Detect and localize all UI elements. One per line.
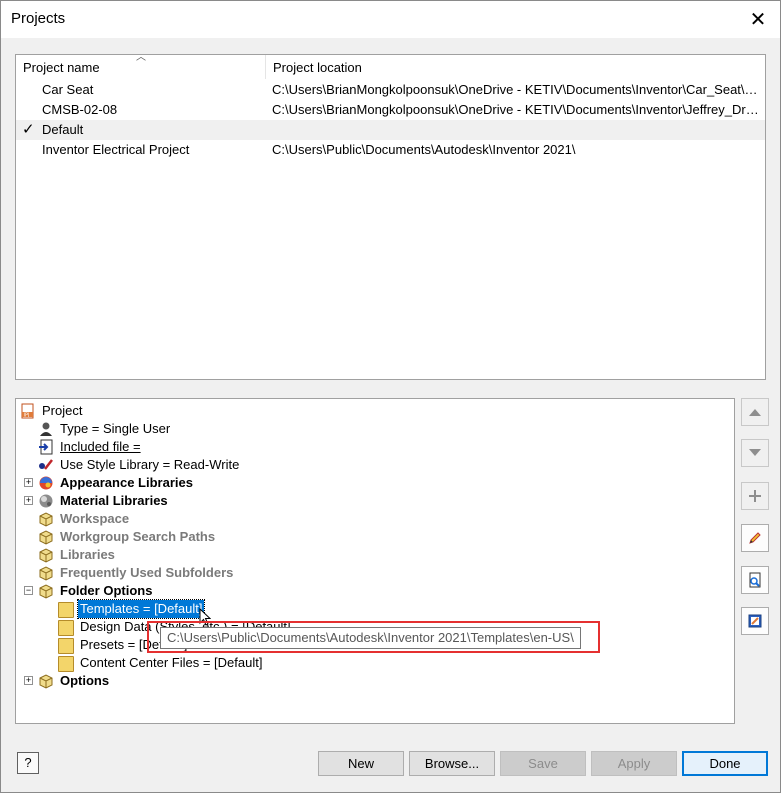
tree-node-workgroup-search-paths[interactable]: Workgroup Search Paths xyxy=(38,528,217,546)
project-name: Car Seat xyxy=(42,82,94,97)
find-files-button[interactable] xyxy=(741,566,769,594)
project-file-icon: IPJ xyxy=(21,403,34,419)
highlight-box xyxy=(147,621,600,653)
svg-text:IPJ: IPJ xyxy=(24,413,30,419)
arrow-down-icon xyxy=(749,449,761,456)
tree-label: Included file = xyxy=(60,439,141,454)
tree-label: Frequently Used Subfolders xyxy=(60,565,234,580)
help-button[interactable]: ? xyxy=(17,752,39,774)
tree-label: Material Libraries xyxy=(60,493,168,508)
tree-node-included-file[interactable]: Included file = xyxy=(38,438,143,456)
folder-icon xyxy=(58,656,74,672)
column-header-project-location[interactable]: Project location xyxy=(266,55,765,79)
tree-label: Project xyxy=(42,403,83,418)
tree-label: Use Style Library = Read-Write xyxy=(60,457,240,472)
folder-icon xyxy=(58,620,74,636)
move-down-button[interactable] xyxy=(741,439,769,467)
folder-options-icon xyxy=(39,548,53,563)
add-path-button[interactable] xyxy=(741,482,769,510)
project-location: C:\Users\BrianMongkolpoonsuk\OneDrive - … xyxy=(272,102,762,117)
column-header-project-name[interactable]: Project name ︿ xyxy=(16,55,266,79)
expand-appearance-libraries[interactable]: + xyxy=(24,478,33,487)
style-library-icon xyxy=(39,459,53,470)
expand-material-libraries[interactable]: + xyxy=(24,496,33,505)
list-item[interactable]: Inventor Electrical Project C:\Users\Pub… xyxy=(16,140,765,160)
project-name: Inventor Electrical Project xyxy=(42,142,190,157)
edit-file-icon xyxy=(748,614,762,628)
project-name: Default xyxy=(42,122,84,137)
tree-label: Folder Options xyxy=(60,583,153,598)
tree-node-type[interactable]: Type = Single User xyxy=(38,420,172,438)
tree-label: Libraries xyxy=(60,547,115,562)
tree-node-project[interactable]: IPJ Project xyxy=(20,402,84,420)
list-item[interactable]: Car Seat C:\Users\BrianMongkolpoonsuk\On… xyxy=(16,80,765,100)
column-label: Project location xyxy=(273,60,362,75)
save-button[interactable]: Save xyxy=(500,751,586,776)
folder-icon xyxy=(58,602,74,618)
tree-node-frequently-used-subfolders[interactable]: Frequently Used Subfolders xyxy=(38,564,235,582)
done-button[interactable]: Done xyxy=(682,751,768,776)
tree-node-folder-options[interactable]: Folder Options xyxy=(38,582,154,600)
tree-label: Templates = [Default] xyxy=(76,599,206,619)
folder-icon xyxy=(58,638,74,654)
tree-node-content-center-files[interactable]: Content Center Files = [Default] xyxy=(58,654,264,672)
tree-label: Workspace xyxy=(60,511,130,526)
project-location: C:\Users\Public\Documents\Autodesk\Inven… xyxy=(272,142,576,157)
apply-button[interactable]: Apply xyxy=(591,751,677,776)
find-file-icon xyxy=(749,572,761,588)
tree-label: Type = Single User xyxy=(60,421,171,436)
pencil-icon xyxy=(749,532,761,544)
plus-icon xyxy=(749,490,761,502)
user-icon xyxy=(40,422,52,436)
project-settings-tree[interactable]: IPJ Project Type = Single User Included … xyxy=(15,398,735,724)
edit-button[interactable] xyxy=(741,524,769,552)
title-bar: Projects ✕ xyxy=(0,0,781,38)
project-location: C:\Users\BrianMongkolpoonsuk\OneDrive - … xyxy=(272,82,762,97)
edit-project-file-button[interactable] xyxy=(741,607,769,635)
projects-list[interactable]: Project name ︿ Project location Car Seat… xyxy=(15,54,766,380)
list-item[interactable]: ✓ Default xyxy=(16,120,765,140)
folder-options-icon xyxy=(39,584,53,599)
arrow-up-icon xyxy=(749,409,761,416)
tree-node-libraries[interactable]: Libraries xyxy=(38,546,117,564)
folder-options-icon xyxy=(39,512,53,527)
list-header: Project name ︿ Project location xyxy=(16,55,765,79)
tree-node-material-libraries[interactable]: Material Libraries xyxy=(38,492,170,510)
material-libraries-icon xyxy=(39,494,53,508)
tree-label: Options xyxy=(60,673,110,688)
browse-button[interactable]: Browse... xyxy=(409,751,495,776)
folder-options-icon xyxy=(39,566,53,581)
tree-node-appearance-libraries[interactable]: Appearance Libraries xyxy=(38,474,195,492)
tree-label: Workgroup Search Paths xyxy=(60,529,216,544)
new-button[interactable]: New xyxy=(318,751,404,776)
sort-ascending-icon: ︿ xyxy=(136,54,146,63)
close-icon[interactable]: ✕ xyxy=(735,0,781,38)
expand-options[interactable]: + xyxy=(24,676,33,685)
project-name: CMSB-02-08 xyxy=(42,102,118,117)
list-item[interactable]: CMSB-02-08 C:\Users\BrianMongkolpoonsuk\… xyxy=(16,100,765,120)
folder-options-icon xyxy=(39,674,53,689)
tree-node-workspace[interactable]: Workspace xyxy=(38,510,131,528)
appearance-libraries-icon xyxy=(39,476,53,490)
move-up-button[interactable] xyxy=(741,398,769,426)
collapse-folder-options[interactable]: − xyxy=(24,586,33,595)
active-project-checkmark-icon: ✓ xyxy=(22,121,35,138)
window-title: Projects xyxy=(11,10,66,27)
tree-label: Appearance Libraries xyxy=(60,475,193,490)
included-file-icon xyxy=(39,439,53,455)
folder-options-icon xyxy=(39,530,53,545)
tree-node-templates[interactable]: Templates = [Default] xyxy=(58,599,206,619)
column-label: Project name xyxy=(23,60,100,75)
tree-node-options[interactable]: Options xyxy=(38,672,111,690)
tree-label: Content Center Files = [Default] xyxy=(80,655,263,670)
tree-node-style-library[interactable]: Use Style Library = Read-Write xyxy=(38,456,241,474)
